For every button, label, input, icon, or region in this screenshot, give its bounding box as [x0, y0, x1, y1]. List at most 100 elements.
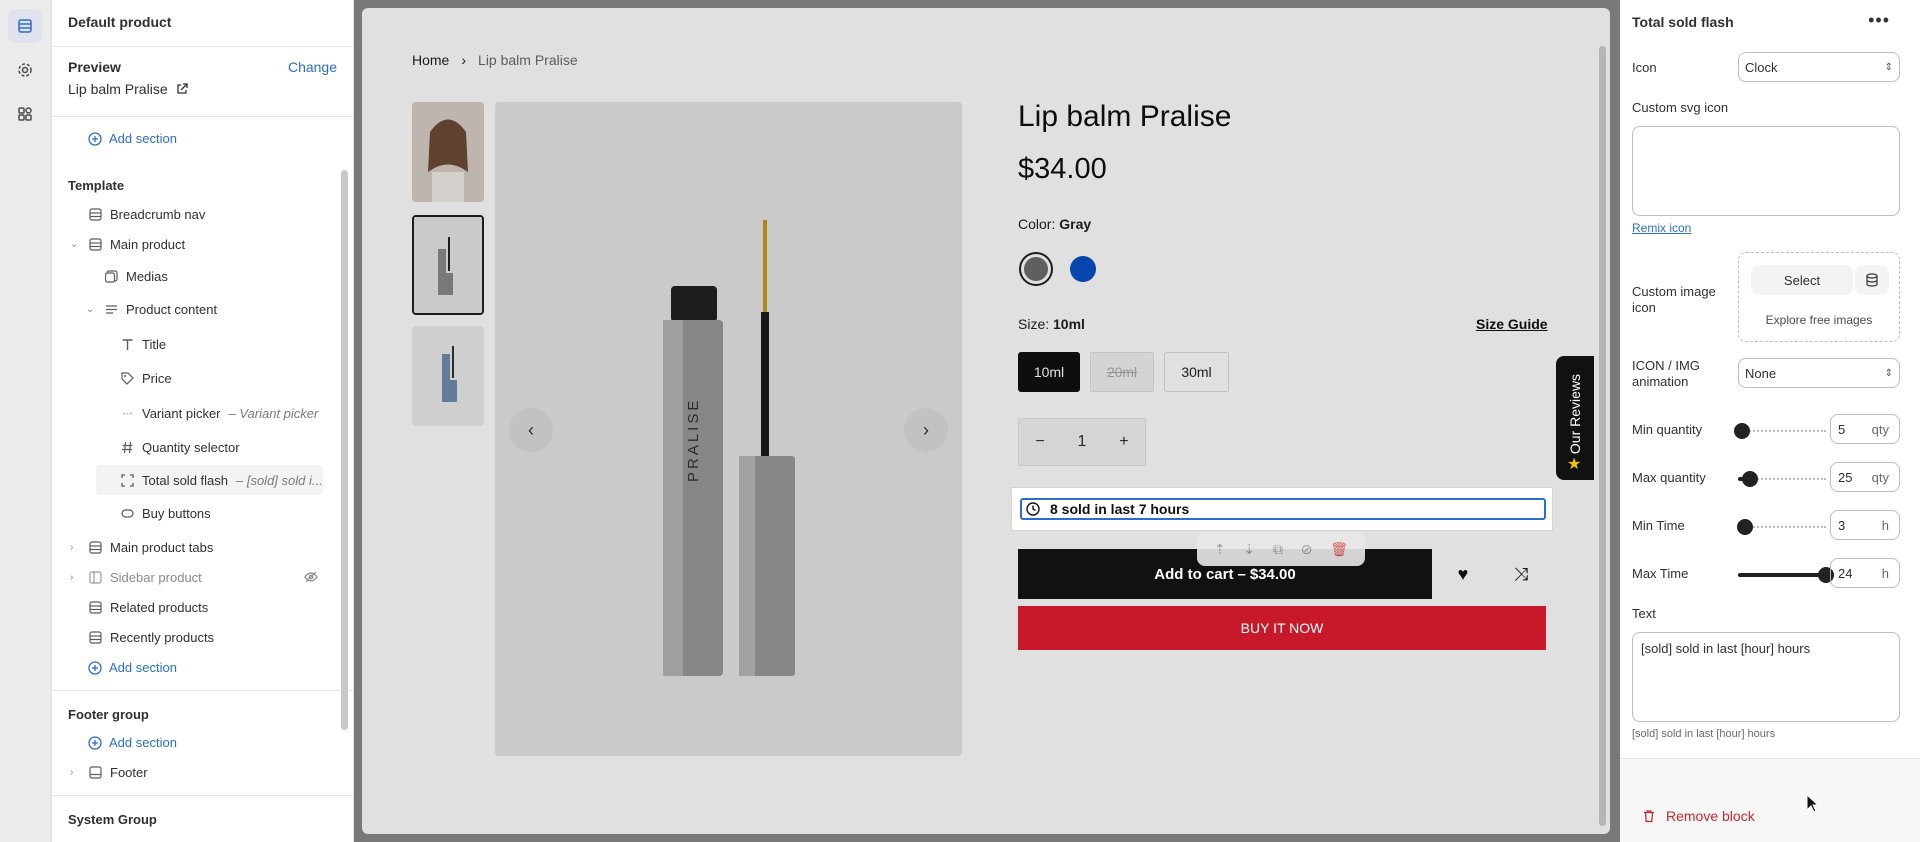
size-option-30ml[interactable]: 30ml [1164, 352, 1229, 392]
section-recently-products[interactable]: Recently products [88, 623, 214, 651]
max-time-slider[interactable] [1738, 567, 1834, 583]
apps-icon[interactable] [8, 97, 42, 131]
slider-thumb[interactable] [1734, 423, 1751, 439]
block-buy-buttons[interactable]: Buy buttons [120, 499, 211, 527]
plus-circle-icon [88, 735, 102, 750]
min-time-label: Min Time [1632, 518, 1685, 533]
minus-icon[interactable]: − [1035, 433, 1044, 451]
select-image-button[interactable]: Select [1751, 265, 1853, 295]
delete-icon[interactable]: 🗑 [1330, 541, 1348, 558]
more-options-icon[interactable]: ••• [1868, 10, 1890, 31]
thumbnail-tube-open[interactable] [412, 215, 484, 315]
min-quantity-input[interactable]: 5 qty [1830, 414, 1900, 444]
section-main-product[interactable]: ⌄ Main product [70, 230, 185, 258]
chevron-right-icon[interactable]: › [70, 542, 80, 553]
database-icon[interactable] [1855, 265, 1889, 295]
animation-label: ICON / IMG animation [1632, 358, 1700, 389]
plus-circle-icon [88, 131, 102, 146]
section-label: Breadcrumb nav [110, 206, 206, 222]
chevron-right-icon[interactable]: › [70, 572, 80, 583]
divider [52, 795, 353, 796]
section-icon [88, 630, 102, 644]
size-guide-link[interactable]: Size Guide [1476, 316, 1548, 332]
size-option-20ml[interactable]: 20ml [1090, 352, 1154, 392]
max-quantity-slider[interactable] [1738, 471, 1826, 487]
swatch-gray[interactable] [1019, 252, 1053, 286]
quantity-value[interactable]: 1 [1078, 433, 1087, 451]
section-footer[interactable]: › Footer [70, 758, 148, 786]
text-textarea[interactable]: [sold] sold in last [hour] hours [1632, 632, 1900, 722]
section-icon [88, 237, 102, 251]
change-preview-link[interactable]: Change [288, 59, 337, 75]
block-price[interactable]: Price [120, 364, 172, 392]
eye-hidden-icon[interactable] [304, 570, 318, 587]
max-time-input[interactable]: 24 h [1830, 558, 1900, 588]
external-link-icon[interactable] [176, 83, 188, 95]
chevron-down-icon[interactable]: ⌄ [86, 304, 96, 315]
add-section-footer-button[interactable]: Add section [88, 735, 177, 750]
block-product-content[interactable]: ⌄ Product content [86, 295, 217, 323]
chevron-down-icon[interactable]: ⌄ [70, 239, 80, 250]
block-medias[interactable]: Medias [104, 262, 168, 290]
buy-now-button[interactable]: BUY IT NOW [1018, 606, 1546, 650]
left-scrollbar[interactable] [341, 170, 348, 730]
thumbnail-model[interactable] [412, 102, 484, 202]
slider-thumb[interactable] [1742, 471, 1759, 487]
remix-icon-link[interactable]: Remix icon [1632, 221, 1691, 235]
reviews-tab[interactable]: Our Reviews ★ [1556, 356, 1594, 480]
move-down-icon[interactable]: ⇣ [1243, 541, 1255, 558]
section-sidebar-product[interactable]: › Sidebar product [70, 563, 202, 591]
flash-text: 8 sold in last 7 hours [1050, 501, 1190, 517]
remove-block-button[interactable]: Remove block [1642, 808, 1755, 824]
plus-circle-icon [88, 660, 102, 675]
add-section-template-button[interactable]: Add section [88, 660, 177, 675]
next-image-button[interactable]: › [904, 408, 948, 452]
min-time-input[interactable]: 3 h [1830, 510, 1900, 540]
icon-select[interactable]: Clock ⇕ [1738, 52, 1900, 82]
swatch-blue[interactable] [1070, 256, 1096, 282]
wishlist-button[interactable]: ♥ [1438, 549, 1488, 599]
breadcrumb-home[interactable]: Home [412, 52, 449, 68]
breadcrumb-current: Lip balm Pralise [478, 52, 578, 68]
max-quantity-input[interactable]: 25 qty [1830, 462, 1900, 492]
explore-free-images-link[interactable]: Explore free images [1739, 313, 1899, 327]
product-title: Lip balm Pralise [1018, 100, 1232, 133]
thumbnail-tube-blue[interactable] [412, 326, 484, 426]
select-arrows-icon: ⇕ [1884, 61, 1893, 73]
custom-svg-textarea[interactable] [1632, 126, 1900, 216]
sections-icon[interactable] [8, 9, 42, 43]
preview-scrollbar[interactable] [1599, 46, 1606, 826]
min-quantity-slider[interactable] [1734, 423, 1826, 439]
slider-thumb[interactable] [1737, 519, 1754, 535]
block-label: Title [142, 336, 167, 352]
price-tag-icon [120, 371, 134, 385]
quantity-stepper: − 1 + [1018, 418, 1146, 466]
section-related-products[interactable]: Related products [88, 593, 208, 621]
min-time-slider[interactable] [1737, 519, 1826, 535]
block-total-sold-flash[interactable]: Total sold flash – [sold] sold i... [120, 466, 323, 494]
product-main-image[interactable]: PRALISE [495, 102, 962, 756]
custom-image-label: Custom image icon [1632, 284, 1716, 315]
block-quantity-selector[interactable]: Quantity selector [120, 433, 240, 461]
hide-icon[interactable]: ⊘ [1301, 541, 1313, 558]
settings-gear-icon[interactable] [8, 53, 42, 87]
animation-select[interactable]: None ⇕ [1738, 358, 1900, 388]
compare-button[interactable]: ⤨ [1496, 549, 1546, 599]
size-option-10ml[interactable]: 10ml [1018, 352, 1080, 392]
add-to-cart-price: $34.00 [1249, 565, 1296, 583]
block-title[interactable]: Title [120, 330, 166, 358]
add-section-header-button[interactable]: Add section [88, 131, 177, 146]
duplicate-icon[interactable]: ⧉ [1273, 541, 1283, 558]
plus-icon[interactable]: + [1119, 433, 1128, 451]
chevron-right-icon[interactable]: › [70, 767, 80, 778]
frame-icon [120, 473, 134, 487]
mouse-cursor-icon [1806, 794, 1820, 813]
prev-image-button[interactable]: ‹ [509, 408, 553, 452]
move-up-icon[interactable]: ⇡ [1214, 541, 1226, 558]
block-variant-picker[interactable]: Variant picker – Variant picker [120, 399, 318, 427]
add-section-label: Add section [109, 735, 177, 750]
preview-product[interactable]: Lip balm Pralise [68, 81, 188, 97]
section-breadcrumb-nav[interactable]: Breadcrumb nav [88, 200, 205, 228]
total-sold-flash-selected[interactable]: 8 sold in last 7 hours [1020, 498, 1546, 520]
section-main-product-tabs[interactable]: › Main product tabs [70, 533, 213, 561]
